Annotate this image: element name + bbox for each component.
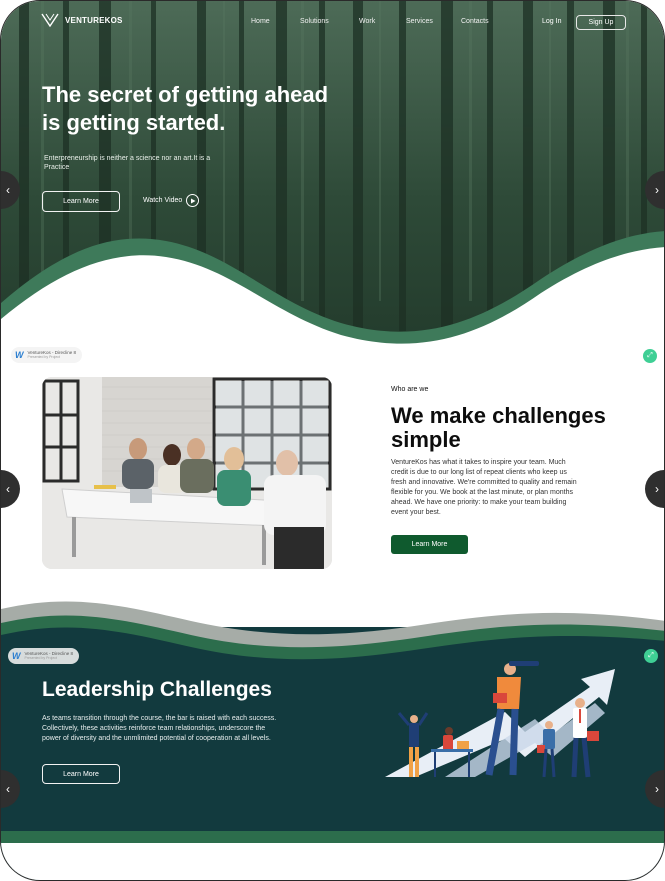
about-learn-more-button[interactable]: Learn More [391,535,468,554]
nav-links: Home Solutions Work Services Contacts [251,18,501,25]
arrow-right-icon: › [655,183,659,197]
carousel-prev-2[interactable]: ‹ [1,470,20,508]
nav-link-services[interactable]: Services [406,18,461,25]
brand-logo[interactable]: VENTUREKOS [41,13,123,27]
watch-video-button[interactable]: Watch Video [143,194,200,207]
carousel-next-2[interactable]: › [645,470,664,508]
signup-button[interactable]: Sign Up [576,15,626,30]
arrow-left-icon: ‹ [6,183,10,197]
forest-background [1,1,664,361]
hero-title-line1: The secret of getting ahead [42,82,329,107]
logo-icon [41,13,59,27]
team-meeting-photo [42,377,332,569]
hero-title-line2: is getting started. [42,110,226,135]
nav-link-solutions[interactable]: Solutions [300,18,359,25]
page-frame: VENTUREKOS Home Solutions Work Services … [0,0,665,881]
project-badge-2[interactable]: W VentureKos - Direcline 8 Presented by … [8,648,80,664]
brand-name: VENTUREKOS [65,15,123,25]
share-icon[interactable]: ⤢ [643,349,657,363]
watch-video-label: Watch Video [143,197,183,204]
project-badge-1[interactable]: W VentureKos - Direcline 8 Presented by … [11,347,83,363]
nav-link-work[interactable]: Work [359,18,406,25]
nav-link-home[interactable]: Home [251,18,300,25]
project-badge-subtitle: Presented by Project [24,656,58,660]
share-icon[interactable]: ⤢ [644,649,658,663]
leadership-text: As teams transition through the course, … [42,715,277,742]
leadership-title: Leadership Challenges [42,678,272,701]
hero-title: The secret of getting ahead is getting s… [42,81,402,137]
leadership-learn-more-button[interactable]: Learn More [42,764,120,784]
project-logo-icon: W [15,350,24,360]
login-link[interactable]: Log In [542,18,561,25]
project-badge-subtitle: Presented by Project [27,355,61,359]
project-badge-text: VentureKos - Direcline 8 Presented by Pr… [25,651,74,661]
top-nav: VENTUREKOS Home Solutions Work Services … [1,1,664,45]
arrow-right-icon: › [655,482,659,496]
play-icon [186,194,200,207]
about-title: We make challenges simple [391,403,606,452]
project-badge-text: VentureKos - Direcline 8 Presented by Pr… [28,350,77,360]
about-text: VentureKos has what it takes to inspire … [391,459,577,516]
nav-link-contacts[interactable]: Contacts [461,18,501,25]
arrow-right-icon: › [655,782,659,796]
project-logo-icon: W [12,651,21,661]
hero-subtitle: Enterpreneurship is neither a science no… [44,155,211,171]
hero-section: VENTUREKOS Home Solutions Work Services … [1,1,664,361]
team-growth-illustration [385,661,615,778]
arrow-left-icon: ‹ [6,482,10,496]
hero-learn-more-button[interactable]: Learn More [42,191,120,212]
arrow-left-icon: ‹ [6,782,10,796]
about-label: Who are we [391,386,429,393]
